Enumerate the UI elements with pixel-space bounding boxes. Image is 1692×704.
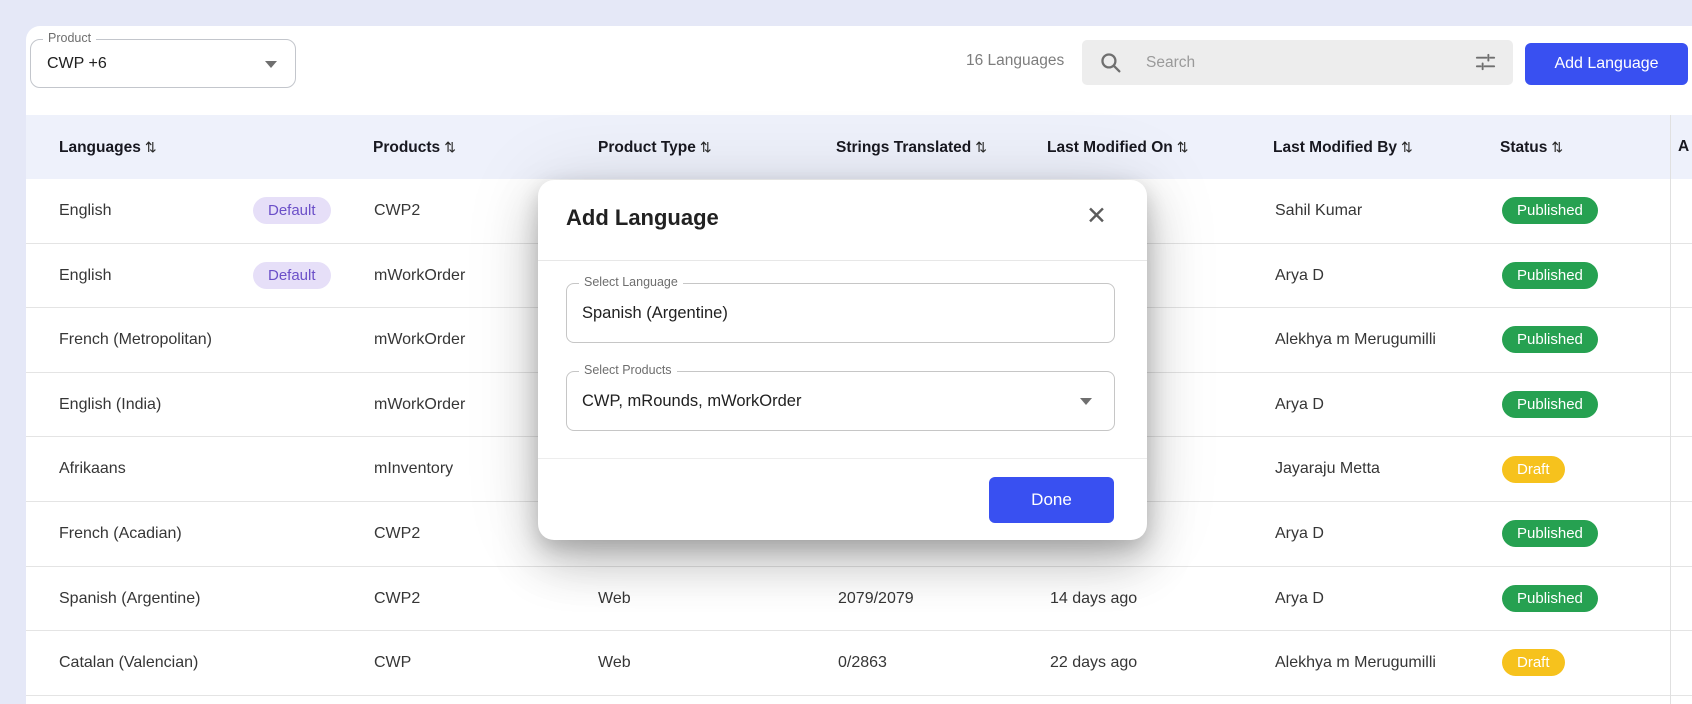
sort-icon: ⇅	[1177, 139, 1189, 155]
table-row[interactable]: Catalan (Valencian) CWP Web 0/2863 22 days a…	[26, 631, 1692, 696]
default-badge: Default	[253, 197, 331, 224]
done-button[interactable]: Done	[989, 477, 1114, 523]
cell-status: Draft	[1502, 631, 1565, 695]
cell-language: Spanish (Argentine)	[59, 567, 200, 631]
cell-product: CWP2	[374, 502, 420, 566]
close-icon[interactable]: ✕	[1086, 204, 1107, 229]
default-badge: Default	[253, 262, 331, 289]
cell-language: English (India)	[59, 373, 161, 437]
languages-count: 16 Languages	[966, 52, 1064, 70]
search-input[interactable]	[1146, 40, 1436, 85]
cell-last-modified-by: Arya D	[1275, 373, 1324, 437]
cell-product: mInventory	[374, 437, 453, 501]
cell-last-modified-on: 14 days ago	[1050, 567, 1137, 631]
cell-language: English	[59, 179, 111, 243]
status-badge: Published	[1502, 326, 1598, 353]
sort-icon: ⇅	[1551, 139, 1563, 155]
modal-title: Add Language	[566, 205, 719, 231]
actions-column-divider	[1670, 115, 1671, 704]
status-badge: Published	[1502, 262, 1598, 289]
cell-last-modified-by: Sahil Kumar	[1275, 179, 1362, 243]
cell-product: CWP2	[374, 567, 420, 631]
modal-footer-divider	[538, 458, 1147, 459]
cell-product: CWP	[374, 631, 411, 695]
cell-status: Draft	[1502, 437, 1565, 501]
cell-product: mWorkOrder	[374, 373, 465, 437]
modal-header-divider	[538, 260, 1147, 261]
column-header-languages[interactable]: Languages⇅	[59, 115, 157, 179]
status-badge: Draft	[1502, 456, 1565, 483]
cell-language: French (Metropolitan)	[59, 308, 212, 372]
cell-product: mWorkOrder	[374, 308, 465, 372]
cell-language: French (Acadian)	[59, 502, 182, 566]
cell-status: Published	[1502, 179, 1598, 243]
status-badge: Draft	[1502, 649, 1565, 676]
column-header-product-type[interactable]: Product Type⇅	[598, 115, 712, 179]
select-language-value: Spanish (Argentine)	[582, 284, 728, 342]
cell-last-modified-by: Alekhya m Merugumilli	[1275, 308, 1436, 372]
cell-status: Published	[1502, 502, 1598, 566]
column-header-products[interactable]: Products⇅	[373, 115, 456, 179]
search-icon	[1098, 50, 1123, 75]
add-language-modal: Add Language ✕ Select Language Spanish (…	[538, 180, 1147, 540]
add-language-button[interactable]: Add Language	[1525, 43, 1688, 85]
cell-strings-translated: 0/2863	[838, 631, 887, 695]
sort-icon: ⇅	[1401, 139, 1413, 155]
column-header-strings-translated[interactable]: Strings Translated⇅	[836, 115, 987, 179]
select-products-field[interactable]: Select Products CWP, mRounds, mWorkOrder	[566, 371, 1115, 431]
table-header: Languages⇅ Products⇅ Product Type⇅ Strin…	[26, 115, 1692, 179]
sort-icon: ⇅	[700, 139, 712, 155]
column-header-status[interactable]: Status⇅	[1500, 115, 1563, 179]
status-badge: Published	[1502, 391, 1598, 418]
cell-product-type: Web	[598, 567, 631, 631]
cell-status: Published	[1502, 373, 1598, 437]
page: Product CWP +6 16 Languages Add Language…	[0, 0, 1692, 704]
select-language-field[interactable]: Select Language Spanish (Argentine)	[566, 283, 1115, 343]
cell-language: English	[59, 244, 111, 308]
product-filter-select[interactable]: Product CWP +6	[30, 39, 296, 88]
cell-status: Published	[1502, 244, 1598, 308]
cell-product: CWP2	[374, 179, 420, 243]
chevron-down-icon	[1080, 398, 1092, 405]
cell-status: Published	[1502, 567, 1598, 631]
cell-strings-translated: 2079/2079	[838, 567, 914, 631]
cell-last-modified-by: Arya D	[1275, 244, 1324, 308]
status-badge: Published	[1502, 520, 1598, 547]
cell-last-modified-by: Arya D	[1275, 567, 1324, 631]
table-row[interactable]: Spanish (Argentine) CWP2 Web 2079/2079 14 da…	[26, 567, 1692, 632]
cell-language: Catalan (Valencian)	[59, 631, 198, 695]
search-bar[interactable]	[1082, 40, 1513, 85]
status-badge: Published	[1502, 585, 1598, 612]
default-badge-cell: Default	[253, 179, 331, 243]
sort-icon: ⇅	[444, 139, 456, 155]
cell-status: Published	[1502, 308, 1598, 372]
cell-last-modified-by: Arya D	[1275, 502, 1324, 566]
cell-product-type: Web	[598, 631, 631, 695]
sort-icon: ⇅	[145, 139, 157, 155]
product-filter-value: CWP +6	[47, 40, 107, 87]
chevron-down-icon	[265, 61, 277, 68]
column-header-last-modified-by[interactable]: Last Modified By⇅	[1273, 115, 1413, 179]
default-badge-cell: Default	[253, 244, 331, 308]
status-badge: Published	[1502, 197, 1598, 224]
column-header-last-modified-on[interactable]: Last Modified On⇅	[1047, 115, 1188, 179]
cell-last-modified-by: Alekhya m Merugumilli	[1275, 631, 1436, 695]
cell-last-modified-by: Jayaraju Metta	[1275, 437, 1380, 501]
sort-icon: ⇅	[975, 139, 987, 155]
filter-tune-icon[interactable]	[1474, 51, 1497, 74]
select-products-value: CWP, mRounds, mWorkOrder	[582, 372, 801, 430]
column-header-actions[interactable]: A	[1678, 115, 1689, 179]
cell-last-modified-on: 22 days ago	[1050, 631, 1137, 695]
cell-language: Afrikaans	[59, 437, 126, 501]
cell-product: mWorkOrder	[374, 244, 465, 308]
